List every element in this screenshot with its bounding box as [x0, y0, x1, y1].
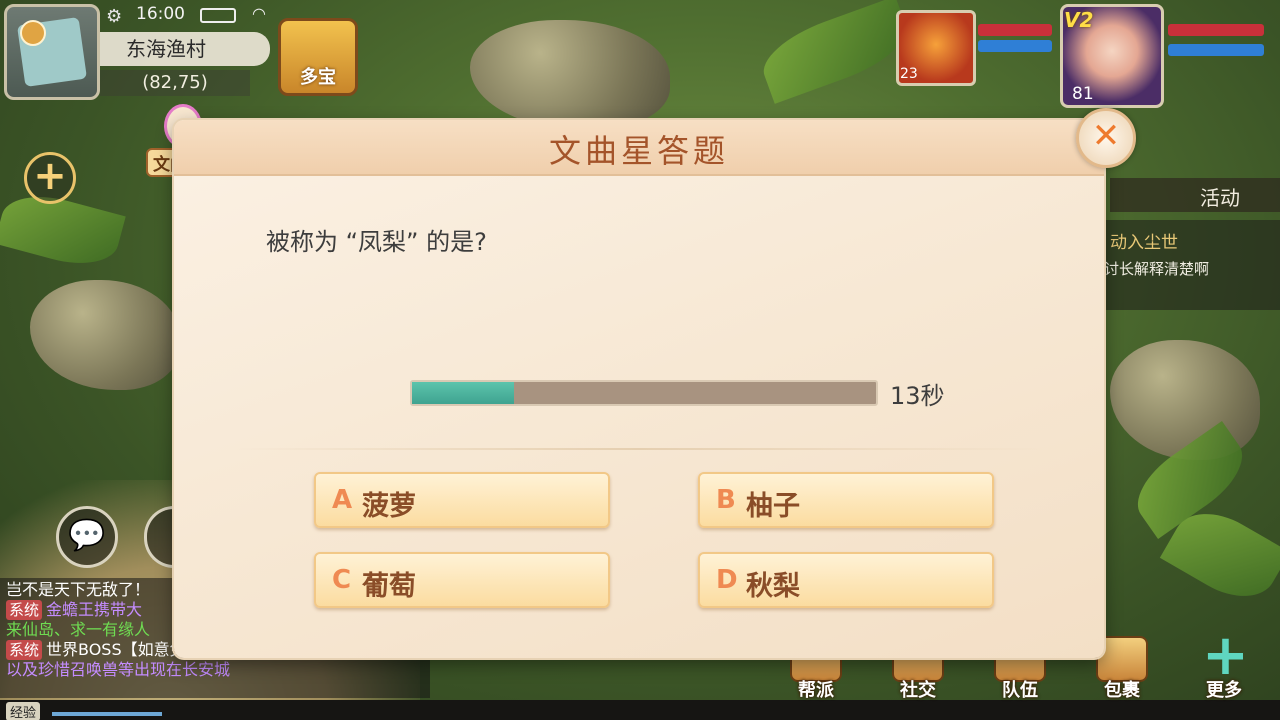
- duobao-label: 多宝: [300, 67, 336, 88]
- dialog-title: 文曲星答题: [548, 132, 729, 170]
- close-button[interactable]: ✕: [1076, 108, 1136, 168]
- clock-time: 16:00: [136, 4, 185, 24]
- location-name: 东海渔村: [100, 32, 270, 66]
- timer-fill: [412, 382, 515, 404]
- task-desc: 讨长解释清楚啊: [1104, 260, 1210, 278]
- scenery-rock: [30, 280, 180, 390]
- quiz-question: 被称为 “凤梨” 的是?: [266, 228, 487, 256]
- expand-plus-button[interactable]: +: [24, 152, 76, 204]
- plus-icon: +: [1202, 623, 1249, 688]
- option-text: 秋梨: [746, 571, 800, 602]
- menu-label: 帮派: [798, 680, 834, 701]
- scenery-rock: [1110, 340, 1260, 460]
- hero-hp-bar: [1168, 24, 1264, 36]
- option-text: 葡萄: [362, 571, 416, 602]
- option-letter: B: [716, 485, 736, 515]
- menu-label: 包裹: [1104, 680, 1140, 701]
- option-c-button[interactable]: C 葡萄: [314, 552, 610, 608]
- option-d-button[interactable]: D 秋梨: [698, 552, 994, 608]
- chat-bubble-button[interactable]: 💬: [56, 506, 118, 568]
- wifi-icon: ◠: [252, 4, 266, 23]
- timer-text: 13秒: [890, 382, 945, 410]
- option-b-button[interactable]: B 柚子: [698, 472, 994, 528]
- world-map-button[interactable]: [4, 4, 100, 100]
- hero-level: 81: [1072, 84, 1094, 104]
- divider: [234, 448, 1044, 450]
- vip-badge: V2: [1064, 8, 1094, 32]
- tab-activity-label: 活动: [1200, 186, 1240, 210]
- pet-hp-bar: [978, 24, 1052, 36]
- location-coords: (82,75): [100, 70, 250, 96]
- menu-more-button[interactable]: + 更多: [1184, 623, 1264, 706]
- battery-icon: [200, 8, 236, 23]
- option-letter: D: [716, 565, 738, 595]
- menu-label: 队伍: [1002, 680, 1038, 701]
- dialog-header: 文曲星答题: [174, 120, 1104, 176]
- exp-fill: [52, 712, 162, 716]
- pet-level: 23: [900, 66, 918, 82]
- option-letter: C: [332, 565, 352, 595]
- scenery-rock: [470, 20, 670, 130]
- quiz-dialog: 文曲星答题 被称为 “凤梨” 的是? 13秒 A 菠萝 B 柚子 C 葡萄 D …: [174, 120, 1104, 658]
- duobao-button[interactable]: 多宝: [278, 18, 358, 96]
- scenery-leaf: [754, 0, 916, 104]
- hero-mp-bar: [1168, 44, 1264, 56]
- option-letter: A: [332, 485, 353, 515]
- system-tag: 系统: [6, 600, 43, 620]
- gear-icon[interactable]: ⚙: [106, 6, 122, 27]
- exp-label: 经验: [6, 702, 41, 720]
- option-text: 柚子: [746, 491, 800, 522]
- chat-line: 以及珍惜召唤兽等出现在长安城: [6, 660, 231, 679]
- option-a-button[interactable]: A 菠萝: [314, 472, 610, 528]
- tab-activity[interactable]: 活动: [1110, 178, 1280, 212]
- menu-label: 更多: [1206, 680, 1242, 701]
- menu-label: 社交: [900, 680, 936, 701]
- timer-bar: [410, 380, 878, 406]
- compass-icon: [20, 20, 46, 46]
- option-text: 菠萝: [362, 491, 416, 522]
- task-title: 动入尘世: [1110, 233, 1178, 253]
- system-tag: 系统: [6, 640, 43, 660]
- pet-mp-bar: [978, 40, 1052, 52]
